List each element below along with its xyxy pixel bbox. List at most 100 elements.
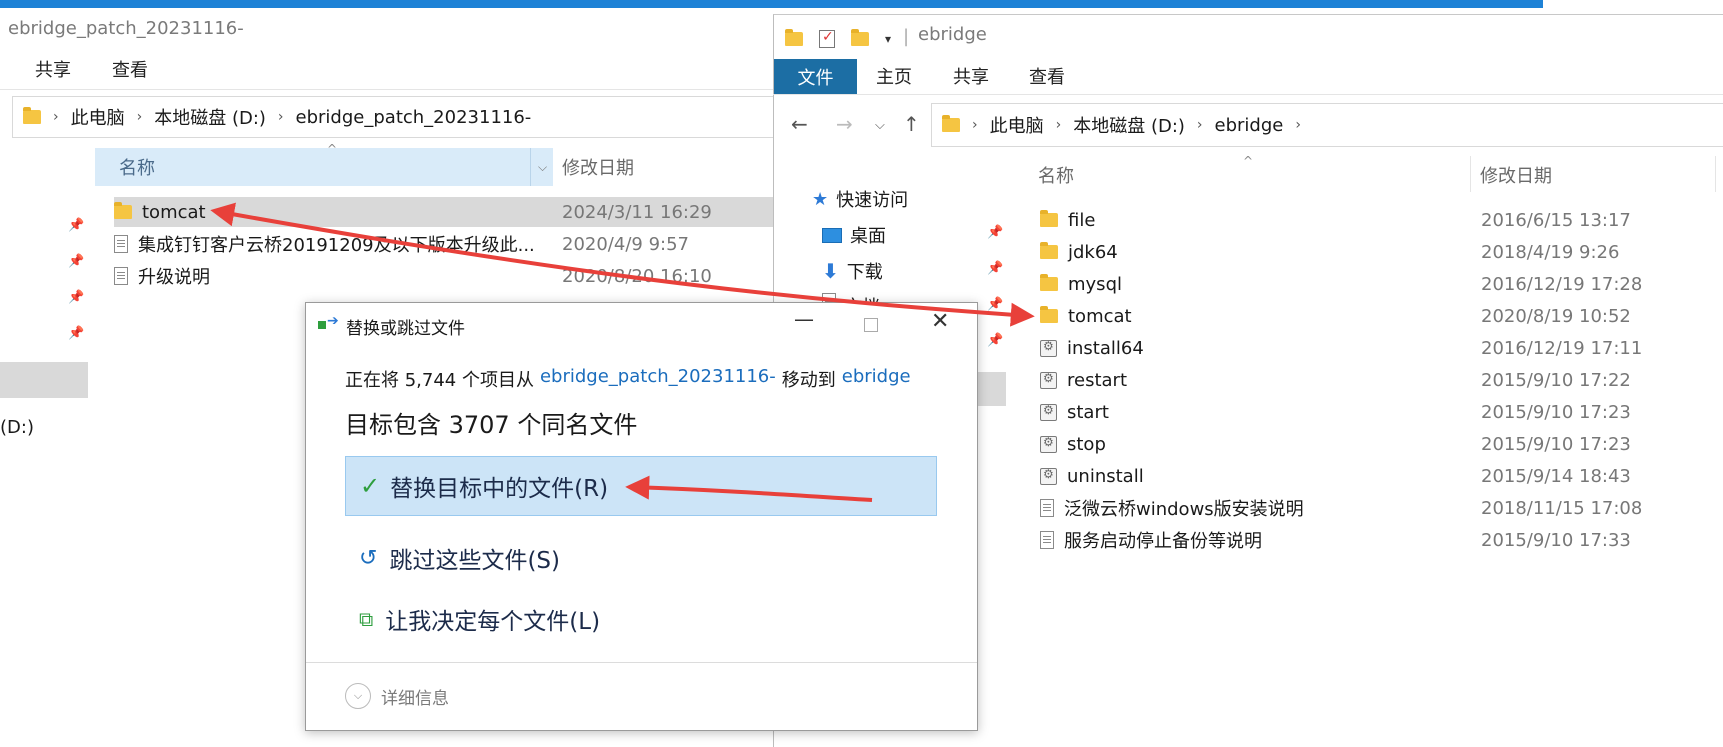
chevron-down-icon: ⌵ — [345, 683, 371, 709]
row-date: 2024/3/11 16:29 — [562, 201, 712, 223]
row-date: 2016/12/19 17:11 — [1481, 337, 1643, 359]
table-row[interactable]: start 2015/9/10 17:23 — [1040, 397, 1723, 427]
table-row[interactable]: restart 2015/9/10 17:22 — [1040, 365, 1723, 395]
minimize-icon[interactable]: — — [794, 307, 814, 331]
recent-locations-icon[interactable]: ⌵ — [875, 118, 885, 133]
breadcrumb-item[interactable]: ebridge — [1215, 115, 1284, 136]
option-label: 让我决定每个文件(L) — [385, 609, 601, 635]
right-tab-file[interactable]: 文件 — [774, 59, 857, 94]
folder-icon — [785, 29, 803, 46]
breadcrumb-item[interactable]: 此电脑 — [990, 112, 1044, 138]
customize-toolbar-icon[interactable]: ▾ — [885, 32, 891, 46]
pin-icon[interactable]: 📌 — [987, 333, 1003, 348]
table-row[interactable]: 服务启动停止备份等说明 2015/9/10 17:33 — [1040, 525, 1723, 555]
right-tab-share[interactable]: 共享 — [953, 63, 989, 89]
replace-files-option[interactable]: ✓ 替换目标中的文件(R) — [345, 456, 937, 516]
row-date: 2018/11/15 17:08 — [1481, 497, 1643, 519]
nav-quick-access[interactable]: ★ 快速访问 — [812, 186, 908, 212]
table-row[interactable]: uninstall 2015/9/14 18:43 — [1040, 461, 1723, 491]
table-row[interactable]: 集成钉钉客户云桥20191209及以下版本升级此... 2020/4/9 9:5… — [114, 229, 773, 259]
top-accent-bar — [0, 0, 1543, 8]
nav-downloads[interactable]: ⬇ 下载 — [822, 258, 883, 284]
row-name: uninstall — [1067, 465, 1144, 487]
details-label: 详细信息 — [381, 688, 449, 709]
folder-icon — [1040, 306, 1058, 323]
forward-arrow-icon[interactable]: → — [836, 112, 853, 136]
left-tab-view[interactable]: 查看 — [112, 56, 148, 82]
maximize-icon[interactable] — [864, 318, 878, 332]
skip-arrow-icon: ↺ — [359, 545, 378, 571]
pin-icon[interactable]: 📌 — [68, 326, 84, 341]
right-tab-view[interactable]: 查看 — [1029, 63, 1065, 89]
table-row[interactable]: 泛微云桥windows版安装说明 2018/11/15 17:08 — [1040, 493, 1723, 523]
left-column-name[interactable]: 名称 — [95, 148, 553, 186]
bat-icon — [1040, 371, 1057, 389]
table-row[interactable]: tomcat 2024/3/11 16:29 — [114, 197, 773, 227]
chevron-right-icon: › — [136, 109, 143, 125]
back-arrow-icon[interactable]: ← — [791, 112, 808, 136]
dialog-progress-text: 正在将 5,744 个项目从 ebridge_patch_20231116- 移… — [345, 366, 911, 392]
table-row[interactable]: install64 2016/12/19 17:11 — [1040, 333, 1723, 363]
right-tab-home[interactable]: 主页 — [876, 63, 912, 89]
quick-access-toolbar: ✓ ▾ — [785, 24, 891, 54]
row-name: install64 — [1067, 337, 1144, 359]
folder-icon — [23, 107, 41, 124]
right-address-bar[interactable]: › 此电脑 › 本地磁盘 (D:) › ebridge › — [931, 103, 1723, 147]
source-folder-link[interactable]: ebridge_patch_20231116- — [540, 366, 776, 392]
nav-label: 快速访问 — [836, 190, 909, 211]
sort-up-icon: ^ — [1243, 154, 1254, 168]
pin-icon[interactable]: 📌 — [68, 254, 84, 269]
skip-files-option[interactable]: ↺ 跳过这些文件(S) — [345, 530, 937, 586]
close-icon[interactable]: ✕ — [931, 309, 949, 334]
left-column-date[interactable]: 修改日期 — [562, 148, 634, 186]
table-row[interactable]: tomcat 2020/8/19 10:52 — [1040, 301, 1723, 331]
bat-icon — [1040, 467, 1057, 485]
right-window-title: ebridge — [918, 24, 987, 45]
table-row[interactable]: file 2016/6/15 13:17 — [1040, 205, 1723, 235]
left-tab-share[interactable]: 共享 — [35, 56, 71, 82]
desktop-icon — [822, 227, 842, 243]
left-nav-pane: 📌 📌 📌 📌 — [0, 140, 92, 747]
left-address-bar[interactable]: › 此电脑 › 本地磁盘 (D:) › ebridge_patch_202311… — [12, 96, 773, 138]
decide-each-file-option[interactable]: ⧉ 让我决定每个文件(L) — [345, 591, 937, 647]
new-folder-icon[interactable] — [851, 29, 869, 46]
breadcrumb-item[interactable]: 本地磁盘 (D:) — [154, 104, 266, 130]
chevron-right-icon: › — [972, 117, 978, 133]
pin-icon[interactable]: 📌 — [987, 225, 1003, 240]
sort-up-icon: ^ — [327, 142, 338, 156]
row-name: restart — [1067, 369, 1128, 391]
breadcrumb-item[interactable]: ebridge_patch_20231116- — [296, 107, 532, 128]
table-row[interactable]: 升级说明 2020/8/20 16:10 — [114, 261, 773, 291]
chevron-right-icon: › — [1295, 117, 1301, 133]
folder-icon — [1040, 242, 1058, 259]
left-nav-selected-item[interactable] — [0, 362, 88, 398]
nav-desktop[interactable]: 桌面 — [822, 222, 886, 248]
row-date: 2016/12/19 17:28 — [1481, 273, 1643, 295]
more-details-toggle[interactable]: ⌵ 详细信息 — [345, 683, 449, 709]
target-folder-link[interactable]: ebridge — [842, 366, 911, 392]
properties-icon[interactable]: ✓ — [819, 29, 835, 48]
table-row[interactable]: jdk64 2018/4/19 9:26 — [1040, 237, 1723, 267]
pin-icon[interactable]: 📌 — [987, 261, 1003, 276]
up-arrow-icon[interactable]: ↑ — [903, 112, 920, 136]
chevron-down-icon[interactable]: ⌵ — [530, 148, 554, 186]
row-date: 2015/9/10 17:23 — [1481, 433, 1631, 455]
left-nav-drive[interactable]: (D:) — [0, 417, 34, 438]
table-row[interactable]: mysql 2016/12/19 17:28 — [1040, 269, 1723, 299]
column-divider[interactable] — [1715, 156, 1716, 192]
pin-icon[interactable]: 📌 — [68, 218, 84, 233]
right-column-name[interactable]: 名称 — [1038, 162, 1074, 188]
file-icon — [1040, 499, 1054, 517]
table-row[interactable]: stop 2015/9/10 17:23 — [1040, 429, 1723, 459]
row-name: start — [1067, 401, 1109, 423]
pin-icon[interactable]: 📌 — [68, 290, 84, 305]
row-name: jdk64 — [1068, 241, 1118, 263]
breadcrumb-item[interactable]: 此电脑 — [71, 104, 125, 130]
dialog-heading: 目标包含 3707 个同名文件 — [345, 411, 638, 439]
column-divider[interactable] — [1470, 156, 1471, 192]
file-icon — [114, 235, 128, 253]
option-label: 替换目标中的文件(R) — [390, 476, 609, 502]
breadcrumb-item[interactable]: 本地磁盘 (D:) — [1073, 112, 1185, 138]
pin-icon[interactable]: 📌 — [987, 297, 1003, 312]
right-column-date[interactable]: 修改日期 — [1480, 162, 1552, 188]
